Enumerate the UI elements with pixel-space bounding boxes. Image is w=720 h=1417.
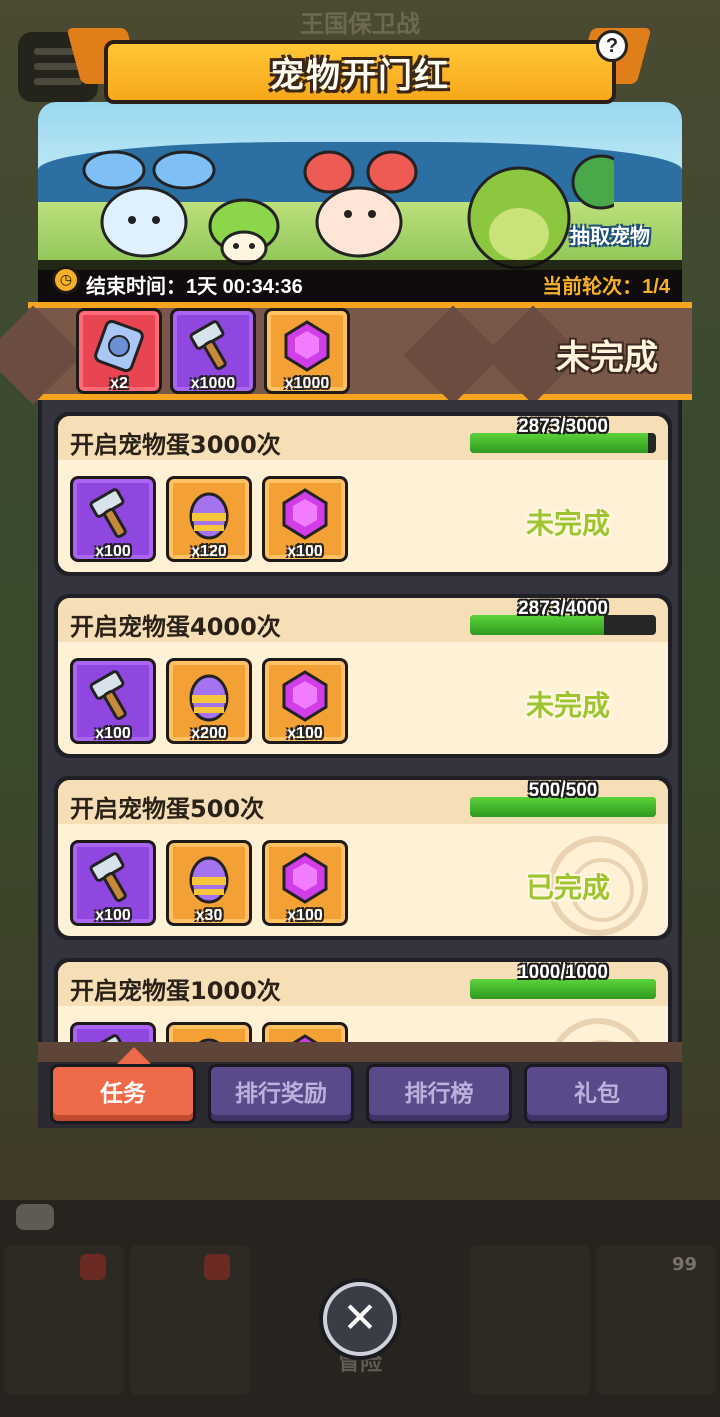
reward-quantity: x120 — [191, 543, 227, 560]
task-status[interactable]: 已完成 — [498, 866, 638, 906]
event-banner: 抽取宠物 ◷ 结束时间：1天 00:34:36 当前轮次：1/4 — [38, 102, 682, 302]
task-card: 开启宠物蛋500次 500/500 x100 x30 x100 已完成 — [54, 776, 672, 940]
reward-item[interactable]: x100 — [262, 476, 348, 562]
reward-quantity: x100 — [287, 543, 323, 560]
task-status[interactable]: 未完成 — [498, 684, 638, 724]
task-list[interactable]: 开启宠物蛋3000次 2873/3000 x100 x120 x100 未完成 开启宠物蛋4… — [38, 400, 682, 1042]
timer-icon: ◷ — [52, 266, 80, 294]
task-title: 开启宠物蛋4000次 — [70, 613, 281, 641]
tab-leaderboard[interactable]: 排行榜 — [366, 1064, 512, 1124]
task-progress-text: 1000/1000 — [518, 962, 608, 983]
reward-item[interactable]: x100 — [262, 658, 348, 744]
task-title: 开启宠物蛋500次 — [70, 795, 265, 823]
question-mark-icon[interactable]: ? — [596, 30, 628, 62]
reward-item[interactable]: x2 — [76, 308, 162, 394]
reward-item[interactable]: x120 — [166, 476, 252, 562]
reward-quantity: x100 — [287, 907, 323, 924]
task-card: 开启宠物蛋1000次 1000/1000 — [54, 958, 672, 1042]
task-progress-text: 500/500 — [528, 780, 598, 801]
reward-item[interactable]: x100 — [70, 840, 156, 926]
current-round: 当前轮次：1/4 — [542, 276, 670, 298]
reward-item[interactable]: x100 — [262, 840, 348, 926]
reward-quantity: x100 — [287, 725, 323, 742]
event-modal: 抽取宠物 ◷ 结束时间：1天 00:34:36 当前轮次：1/4 x2 x1000… — [0, 92, 692, 1128]
reward-item[interactable] — [166, 1022, 252, 1042]
reward-quantity: x200 — [191, 725, 227, 742]
chat-icon — [16, 1204, 54, 1230]
reward-quantity: x1000 — [190, 375, 236, 392]
reward-quantity: x2 — [110, 375, 128, 392]
reward-item[interactable] — [70, 1022, 156, 1042]
game-title: 王国保卫战 — [300, 10, 420, 38]
reward-quantity: x100 — [95, 907, 131, 924]
task-title: 开启宠物蛋3000次 — [70, 431, 281, 459]
task-card: 开启宠物蛋3000次 2873/3000 x100 x120 x100 未完成 — [54, 412, 672, 576]
reward-quantity: x1000 — [284, 375, 330, 392]
notification-badge-icon — [80, 1254, 106, 1280]
notification-badge-icon — [204, 1254, 230, 1280]
end-time: 结束时间：1天 00:34:36 — [86, 276, 303, 298]
reward-item[interactable] — [262, 1022, 348, 1042]
reward-quantity: x100 — [95, 725, 131, 742]
reward-item[interactable]: x200 — [166, 658, 252, 744]
tab-rank-rewards[interactable]: 排行奖励 — [208, 1064, 354, 1124]
grand-reward-bar: x2 x1000 x1000 未完成 — [0, 302, 692, 405]
close-icon[interactable]: ✕ — [323, 1282, 397, 1356]
reward-item[interactable]: x1000 — [264, 308, 350, 394]
tab-tasks[interactable]: 任务 — [50, 1064, 196, 1124]
reward-item[interactable]: x100 — [70, 658, 156, 744]
badge-count: 99 — [672, 1254, 698, 1275]
grand-reward-status: 未完成 — [556, 338, 658, 378]
modal-title: 宠物开门红 — [270, 56, 450, 96]
draw-pet-button[interactable]: 抽取宠物 — [570, 220, 650, 249]
reward-quantity: x100 — [95, 543, 131, 560]
task-status[interactable]: 未完成 — [498, 502, 638, 542]
task-progress-text: 2873/3000 — [518, 416, 608, 437]
task-progress-text: 2873/4000 — [518, 598, 608, 619]
pets-illustration — [82, 150, 614, 270]
task-card: 开启宠物蛋4000次 2873/4000 x100 x200 x100 未完成 — [54, 594, 672, 758]
tab-bar: 任务 排行奖励 排行榜 礼包 — [38, 1042, 682, 1128]
reward-item[interactable]: x30 — [166, 840, 252, 926]
reward-item[interactable]: x1000 — [170, 308, 256, 394]
tab-gift-pack[interactable]: 礼包 — [524, 1064, 670, 1124]
completed-stamp-icon — [548, 1018, 648, 1042]
reward-quantity: x30 — [195, 907, 223, 924]
reward-item[interactable]: x100 — [70, 476, 156, 562]
task-title: 开启宠物蛋1000次 — [70, 977, 281, 1005]
